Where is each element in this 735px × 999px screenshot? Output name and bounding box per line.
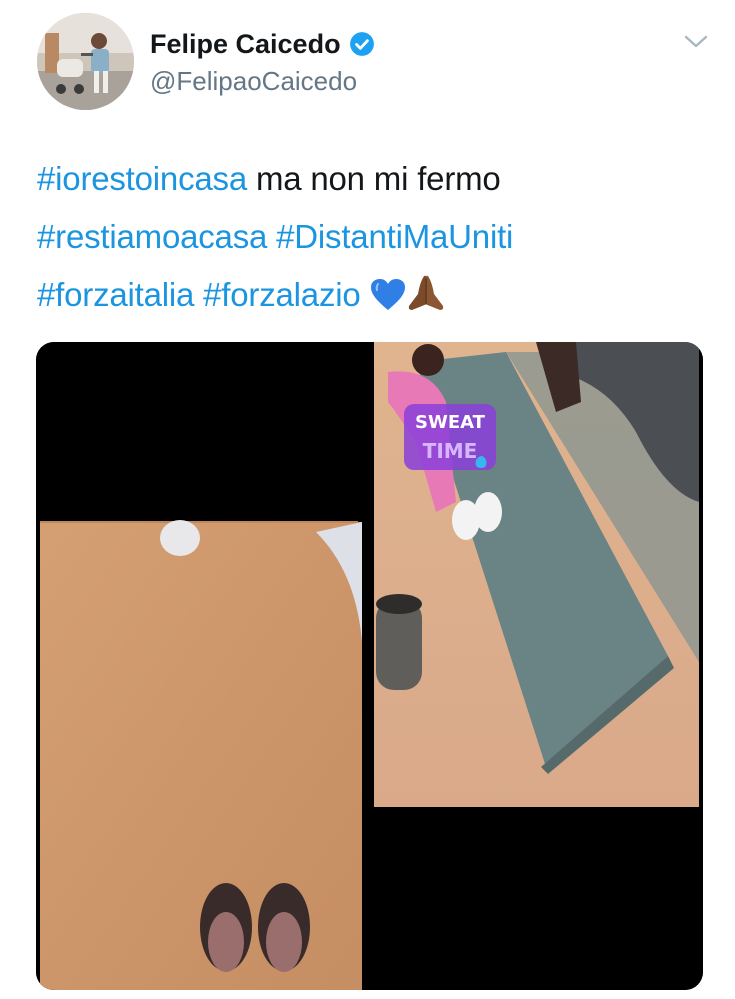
chevron-down-icon[interactable] [683,32,709,52]
author-name-row: Felipe Caicedo [150,29,375,59]
blue-heart-icon [370,272,406,330]
sticker-time: TIME [423,439,478,463]
hashtag-link[interactable]: #iorestoincasa [37,160,247,197]
tweet-line: #forzaitalia #forzalazio [37,266,707,330]
tweet-line: #restiamoacasa #DistantiMaUniti [37,208,707,266]
tweet-text: #iorestoincasa ma non mi fermo #restiamoa… [37,150,707,330]
profile-photo [37,13,134,110]
verified-badge-icon [349,32,374,56]
tweet: Felipe Caicedo @FelipaoCaicedo #iorestoi… [0,0,735,999]
folded-hands-icon [406,272,446,330]
hashtag-link[interactable]: #restiamoacasa [37,218,267,255]
tweet-text-segment [361,276,370,313]
tweet-text-segment: ma non mi fermo [247,160,501,197]
media-video[interactable]: SWEAT TIME [36,342,703,990]
sticker-sweat: SWEAT [415,412,486,433]
avatar[interactable] [37,13,134,110]
hashtag-link[interactable]: #forzaitalia [37,276,194,313]
tweet-line: #iorestoincasa ma non mi fermo [37,150,707,208]
tweet-text-segment [267,218,276,255]
hashtag-link[interactable]: #forzalazio [203,276,361,313]
video-frame: SWEAT TIME [36,342,703,990]
hashtag-link[interactable]: #DistantiMaUniti [276,218,513,255]
display-name[interactable]: Felipe Caicedo [150,29,341,59]
tweet-text-segment [194,276,203,313]
handle[interactable]: @FelipaoCaicedo [150,66,357,96]
